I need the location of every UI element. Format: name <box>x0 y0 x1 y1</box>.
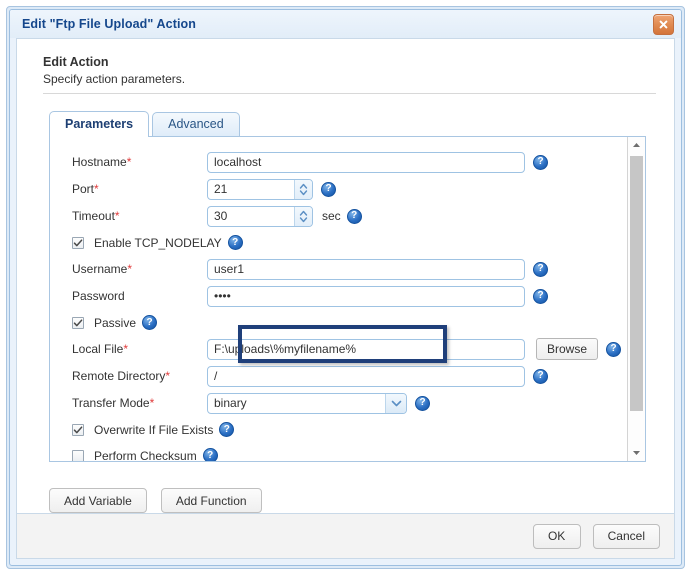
add-function-button[interactable]: Add Function <box>160 488 262 513</box>
tcp-nodelay-label: Enable TCP_NODELAY <box>94 235 222 250</box>
dialog-titlebar: Edit "Ftp File Upload" Action <box>10 10 681 38</box>
hostname-label: Hostname* <box>72 155 132 170</box>
help-icon-overwrite[interactable]: ? <box>219 422 235 438</box>
overwrite-label: Overwrite If File Exists <box>94 422 214 437</box>
checkbox-tcp-nodelay[interactable] <box>72 236 84 249</box>
checkbox-checksum[interactable] <box>72 449 84 461</box>
help-icon-passive[interactable]: ? <box>142 315 158 331</box>
username-label: Username* <box>72 262 133 277</box>
row-password: Password •••• ? <box>50 283 627 310</box>
dialog-inner: Edit "Ftp File Upload" Action Edit Actio… <box>9 9 682 566</box>
scroll-up-glyph <box>633 143 640 148</box>
row-hostname: Hostname* localhost ? <box>50 149 627 176</box>
required-marker: * <box>149 396 155 411</box>
dialog-body: Edit Action Specify action parameters. P… <box>16 38 675 513</box>
tab-advanced[interactable]: Advanced <box>152 111 240 136</box>
screenshot-root: Edit "Ftp File Upload" Action Edit Actio… <box>0 0 693 577</box>
help-icon-checksum[interactable]: ? <box>202 448 218 461</box>
header-block: Edit Action Specify action parameters. <box>17 39 674 94</box>
tabstrip: Parameters Advanced <box>17 94 674 137</box>
timeout-unit-label: sec <box>322 209 341 224</box>
hostname-input[interactable]: localhost <box>207 151 525 173</box>
dialog-title: Edit "Ftp File Upload" Action <box>22 17 196 31</box>
chevron-down-icon[interactable] <box>385 393 406 413</box>
transfer-mode-select-wrap: binary <box>207 392 407 414</box>
help-icon-password[interactable]: ? <box>533 288 548 304</box>
ok-button[interactable]: OK <box>532 523 581 549</box>
checksum-label: Perform Checksum <box>94 448 197 461</box>
vertical-scrollbar[interactable] <box>627 136 645 461</box>
check-icon <box>73 319 83 327</box>
row-transfer-mode: Transfer Mode* binary ? <box>50 390 627 417</box>
cancel-button[interactable]: Cancel <box>592 523 660 549</box>
parameters-panel: Hostname* localhost ? Port* 21 ? Timeout… <box>49 135 646 462</box>
help-icon-port[interactable]: ? <box>321 181 336 197</box>
transfer-mode-select[interactable]: binary <box>207 392 407 414</box>
timeout-spinner-icon[interactable] <box>294 206 312 226</box>
chevron-up-down-icon <box>299 183 308 195</box>
port-label: Port* <box>72 182 99 197</box>
help-icon-username[interactable]: ? <box>533 261 548 277</box>
help-icon-hostname[interactable]: ? <box>533 154 548 170</box>
tab-parameters[interactable]: Parameters <box>49 110 150 137</box>
row-remote-directory: Remote Directory* / ? <box>50 363 627 390</box>
remote-directory-input[interactable]: / <box>207 365 525 387</box>
help-icon-timeout[interactable]: ? <box>346 208 362 224</box>
scroll-up-icon[interactable] <box>628 137 645 154</box>
tab-parameters-label: Parameters <box>65 117 134 132</box>
row-overwrite: Overwrite If File Exists ? <box>50 417 627 443</box>
username-input[interactable]: user1 <box>207 258 525 280</box>
scroll-down-icon[interactable] <box>628 444 645 461</box>
dialog-footer: OK Cancel <box>16 513 675 559</box>
checkbox-overwrite[interactable] <box>72 423 84 436</box>
passive-label: Passive <box>94 315 137 330</box>
required-marker: * <box>165 369 171 384</box>
required-marker: * <box>127 262 133 277</box>
checkbox-passive[interactable] <box>72 316 84 329</box>
local-file-input[interactable]: F:\uploads\%myfilename% <box>207 338 525 360</box>
help-icon-remote-directory[interactable]: ? <box>533 368 548 384</box>
port-stepper: 21 <box>207 178 313 200</box>
scrollbar-track[interactable] <box>628 154 645 444</box>
help-icon-local-file[interactable]: ? <box>606 341 622 357</box>
close-icon[interactable] <box>653 14 674 35</box>
scrollbar-thumb[interactable] <box>630 155 643 411</box>
local-file-label: Local File* <box>72 342 129 357</box>
row-port: Port* 21 ? <box>50 176 627 203</box>
parameters-content: Hostname* localhost ? Port* 21 ? Timeout… <box>50 137 627 461</box>
check-icon <box>73 239 83 247</box>
tab-advanced-label: Advanced <box>168 117 224 132</box>
row-local-file: Local File* F:\uploads\%myfilename% Brow… <box>50 336 627 363</box>
password-label: Password <box>72 289 125 304</box>
required-marker: * <box>126 155 132 170</box>
row-passive: Passive ? <box>50 310 627 336</box>
browse-button[interactable]: Browse <box>536 338 599 361</box>
add-toolbar: Add Variable Add Function <box>17 462 674 513</box>
add-variable-button[interactable]: Add Variable <box>49 488 147 513</box>
required-marker: * <box>114 209 120 224</box>
help-icon-tcp-nodelay[interactable]: ? <box>227 235 243 251</box>
page-title: Edit Action <box>43 55 109 69</box>
row-timeout: Timeout* 30 sec ? <box>50 203 627 230</box>
timeout-label: Timeout* <box>72 209 120 224</box>
help-icon-transfer-mode[interactable]: ? <box>415 395 430 411</box>
required-marker: * <box>123 342 129 357</box>
check-icon <box>73 426 83 434</box>
page-subtitle: Specify action parameters. <box>43 72 186 86</box>
timeout-stepper: 30 <box>207 205 313 227</box>
remote-directory-label: Remote Directory* <box>72 369 171 384</box>
required-marker: * <box>94 182 99 197</box>
row-tcp-nodelay: Enable TCP_NODELAY ? <box>50 230 627 256</box>
chevron-up-down-icon <box>299 210 308 222</box>
password-input[interactable]: •••• <box>207 285 525 307</box>
port-spinner-icon[interactable] <box>294 179 312 199</box>
row-username: Username* user1 ? <box>50 256 627 283</box>
transfer-mode-label: Transfer Mode* <box>72 396 155 411</box>
scroll-down-glyph <box>633 450 640 455</box>
chevron-down-glyph <box>391 400 401 407</box>
row-checksum: Perform Checksum ? <box>50 443 627 461</box>
edit-action-dialog: Edit "Ftp File Upload" Action Edit Actio… <box>6 6 685 569</box>
close-x-glyph <box>659 20 668 29</box>
